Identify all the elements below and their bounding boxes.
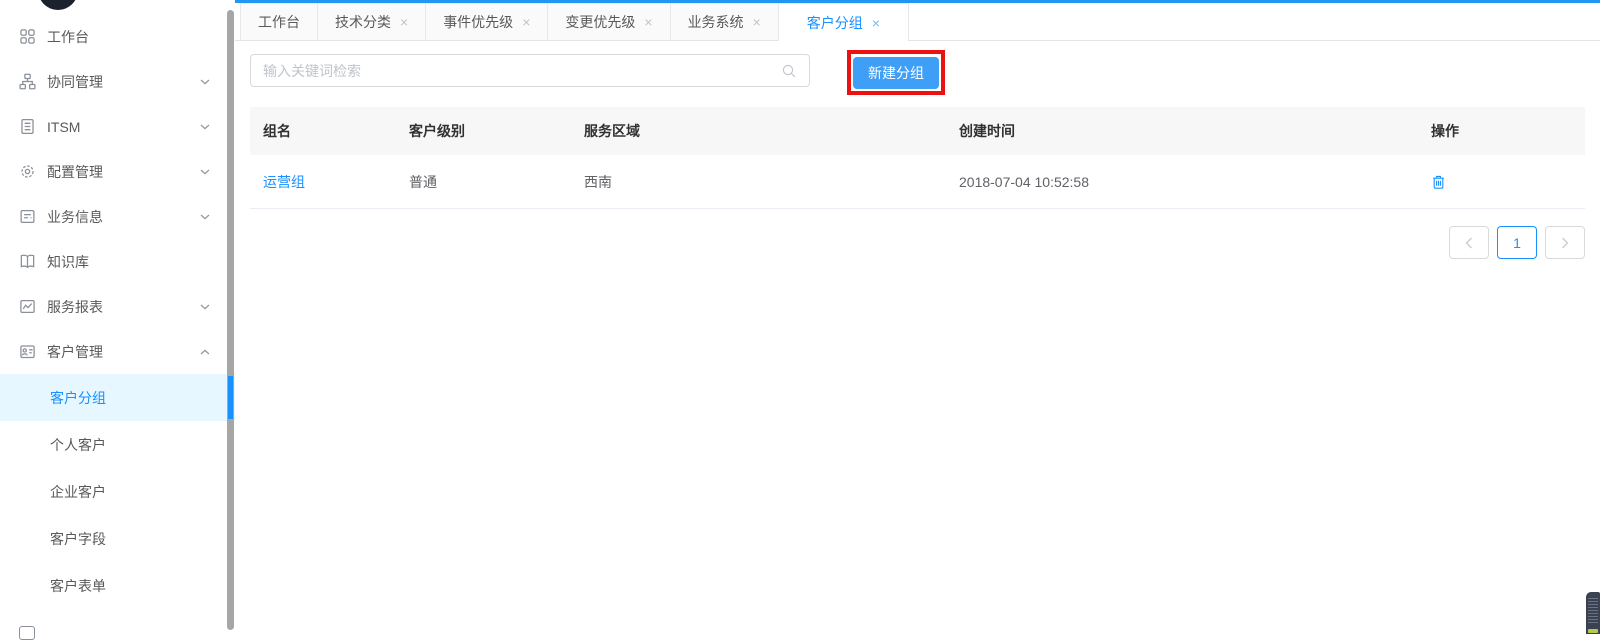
tab-business-system[interactable]: 业务系统 [670,3,779,40]
created-at-cell: 2018-07-04 10:52:58 [946,174,1418,190]
tab-bar: 工作台 技术分类 事件优先级 变更优先级 业务系统 客户分组 [235,3,1600,41]
active-item-marker [228,376,233,419]
tab-customer-groups[interactable]: 客户分组 [778,3,909,41]
chevron-down-icon [200,304,210,310]
sidebar-subitem-label: 客户表单 [50,576,106,596]
column-header-customer-level: 客户级别 [396,121,571,141]
annotation-highlight-box: 新建分组 [847,50,945,95]
grid-icon [19,28,36,45]
sidebar-subitem-individual-customers[interactable]: 个人客户 [0,421,235,468]
customer-groups-table: 组名 客户级别 服务区域 创建时间 操作 运营组 普通 西南 2018-07-0… [250,107,1585,209]
chevron-right-icon [1561,237,1569,249]
sidebar-item-itsm[interactable]: ITSM [0,104,235,149]
dock-stripes [1588,598,1598,625]
chevron-down-icon [200,169,210,175]
tab-label: 变更优先级 [565,12,635,32]
pagination-page-1[interactable]: 1 [1497,226,1537,259]
column-header-service-region: 服务区域 [571,121,946,141]
chevron-down-icon [200,79,210,85]
sidebar-item-label: 客户管理 [47,342,103,362]
sidebar-item-label: 知识库 [47,252,89,272]
group-name-link[interactable]: 运营组 [263,174,305,190]
floating-dock-widget[interactable] [1586,592,1600,634]
clipped-menu-icon [19,626,35,640]
sidebar-item-knowledge-base[interactable]: 知识库 [0,239,235,284]
tab-label: 事件优先级 [443,12,513,32]
table-header-row: 组名 客户级别 服务区域 创建时间 操作 [250,107,1585,155]
sidebar-item-configuration[interactable]: 配置管理 [0,149,235,194]
sidebar-subitem-customer-forms[interactable]: 客户表单 [0,562,235,609]
column-header-created-at: 创建时间 [946,121,1418,141]
search-icon[interactable] [781,63,797,79]
close-tab-icon[interactable] [522,15,530,29]
sidebar-item-customer-management[interactable]: 客户管理 [0,329,235,374]
sidebar-item-label: 服务报表 [47,297,103,317]
column-header-group-name: 组名 [250,121,396,141]
sidebar-item-label: 工作台 [47,27,89,47]
chevron-down-icon [200,124,210,130]
tab-workbench[interactable]: 工作台 [240,3,318,40]
tab-label: 业务系统 [688,12,744,32]
sidebar-subitem-enterprise-customers[interactable]: 企业客户 [0,468,235,515]
gear-icon [19,163,36,180]
pagination: 1 [1449,226,1585,259]
dock-green-indicator [1588,629,1598,633]
sidebar-subitem-label: 客户字段 [50,529,106,549]
sidebar: 工作台 协同管理 ITSM [0,0,235,634]
book-icon [19,253,36,270]
pagination-next-button[interactable] [1545,226,1585,259]
chevron-up-icon [200,349,210,355]
customer-level-cell: 普通 [396,172,571,192]
app-logo [38,0,78,10]
tab-change-priority[interactable]: 变更优先级 [547,3,670,40]
tab-incident-priority[interactable]: 事件优先级 [425,3,548,40]
report-chart-icon [19,298,36,315]
tab-label: 客户分组 [807,13,863,33]
tab-label: 技术分类 [335,12,391,32]
new-group-button[interactable]: 新建分组 [853,57,939,89]
form-icon [19,208,36,225]
search-box [250,54,810,87]
sidebar-item-label: ITSM [47,119,80,135]
sidebar-nav: 工作台 协同管理 ITSM [0,14,235,609]
sidebar-item-collaboration[interactable]: 协同管理 [0,59,235,104]
close-tab-icon[interactable] [400,15,408,29]
sidebar-item-service-reports[interactable]: 服务报表 [0,284,235,329]
column-header-actions: 操作 [1418,121,1585,141]
search-input[interactable] [251,63,781,79]
sidebar-item-label: 配置管理 [47,162,103,182]
tab-label: 工作台 [258,12,300,32]
main-content: 工作台 技术分类 事件优先级 变更优先级 业务系统 客户分组 [235,0,1600,634]
pagination-prev-button[interactable] [1449,226,1489,259]
close-tab-icon[interactable] [753,15,761,29]
sidebar-subitem-customer-groups[interactable]: 客户分组 [0,374,235,421]
sidebar-scrollbar-thumb[interactable] [227,10,234,630]
tab-tech-category[interactable]: 技术分类 [317,3,426,40]
document-icon [19,118,36,135]
chevron-left-icon [1465,237,1473,249]
close-tab-icon[interactable] [644,15,652,29]
chevron-down-icon [200,214,210,220]
page-number: 1 [1513,235,1521,251]
trash-icon[interactable] [1431,174,1447,190]
org-chart-icon [19,73,36,90]
close-tab-icon[interactable] [872,16,880,30]
sidebar-item-label: 业务信息 [47,207,103,227]
sidebar-subitem-label: 客户分组 [50,388,106,408]
table-row: 运营组 普通 西南 2018-07-04 10:52:58 [250,155,1585,209]
sidebar-item-workbench[interactable]: 工作台 [0,14,235,59]
sidebar-subitem-customer-fields[interactable]: 客户字段 [0,515,235,562]
sidebar-subitem-label: 个人客户 [50,435,106,455]
service-region-cell: 西南 [571,172,946,192]
sidebar-item-label: 协同管理 [47,72,103,92]
sidebar-subitem-label: 企业客户 [50,482,106,502]
sidebar-item-business-info[interactable]: 业务信息 [0,194,235,239]
id-card-icon [19,343,36,360]
